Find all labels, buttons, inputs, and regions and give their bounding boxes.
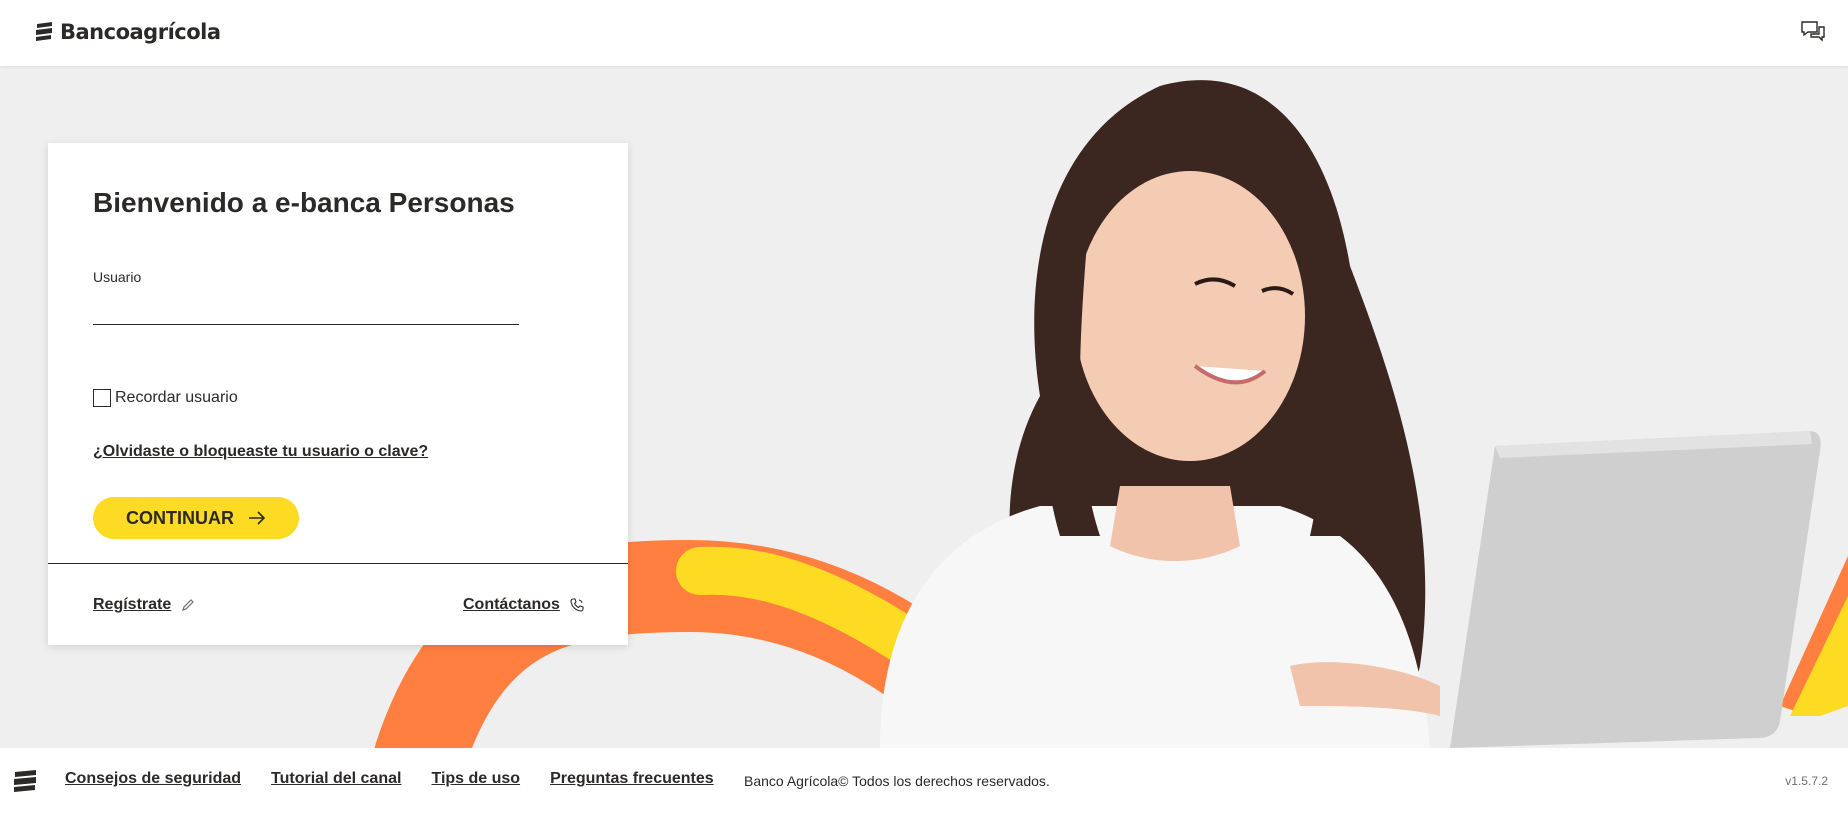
- chat-button[interactable]: [1800, 19, 1826, 45]
- brand-name: Bancoagrícola: [60, 20, 221, 44]
- remember-user-label: Recordar usuario: [115, 389, 238, 406]
- arrow-right-icon: [249, 511, 266, 525]
- continue-label: CONTINUAR: [126, 507, 234, 528]
- contact-link[interactable]: Contáctanos: [463, 596, 584, 614]
- remember-user-checkbox[interactable]: Recordar usuario: [93, 389, 238, 407]
- continue-button[interactable]: CONTINUAR: [93, 497, 299, 539]
- card-divider: [48, 563, 628, 564]
- brand-logo[interactable]: Bancoagrícola: [34, 20, 221, 44]
- checkbox-box[interactable]: [93, 389, 111, 407]
- brand-mark-icon: [14, 770, 36, 792]
- brand-mark-icon: [36, 22, 52, 41]
- version-text: v1.5.7.2: [1785, 774, 1828, 788]
- footer-link-faq[interactable]: Preguntas frecuentes: [550, 770, 714, 788]
- phone-icon: [570, 598, 584, 612]
- chat-bubbles-icon: [1801, 21, 1825, 42]
- footer-nav: Consejos de seguridad Tutorial del canal…: [65, 770, 714, 788]
- user-input[interactable]: [93, 289, 519, 325]
- page-footer: Consejos de seguridad Tutorial del canal…: [0, 748, 1848, 813]
- forgot-credentials-link[interactable]: ¿Olvidaste o bloqueaste tu usuario o cla…: [93, 443, 428, 461]
- login-title: Bienvenido a e-banca Personas: [93, 187, 515, 218]
- register-link[interactable]: Regístrate: [93, 596, 195, 614]
- footer-link-tutorial[interactable]: Tutorial del canal: [271, 770, 401, 788]
- pencil-icon: [182, 599, 195, 611]
- footer-link-usage-tips[interactable]: Tips de uso: [431, 770, 520, 788]
- contact-label: Contáctanos: [463, 596, 560, 613]
- footer-link-security-tips[interactable]: Consejos de seguridad: [65, 770, 241, 788]
- copyright-text: Banco Agrícola© Todos los derechos reser…: [744, 773, 1050, 789]
- user-label: Usuario: [93, 269, 142, 285]
- login-card: Bienvenido a e-banca Personas Usuario Re…: [48, 143, 628, 645]
- top-header: Bancoagrícola: [0, 0, 1848, 66]
- register-label: Regístrate: [93, 596, 172, 613]
